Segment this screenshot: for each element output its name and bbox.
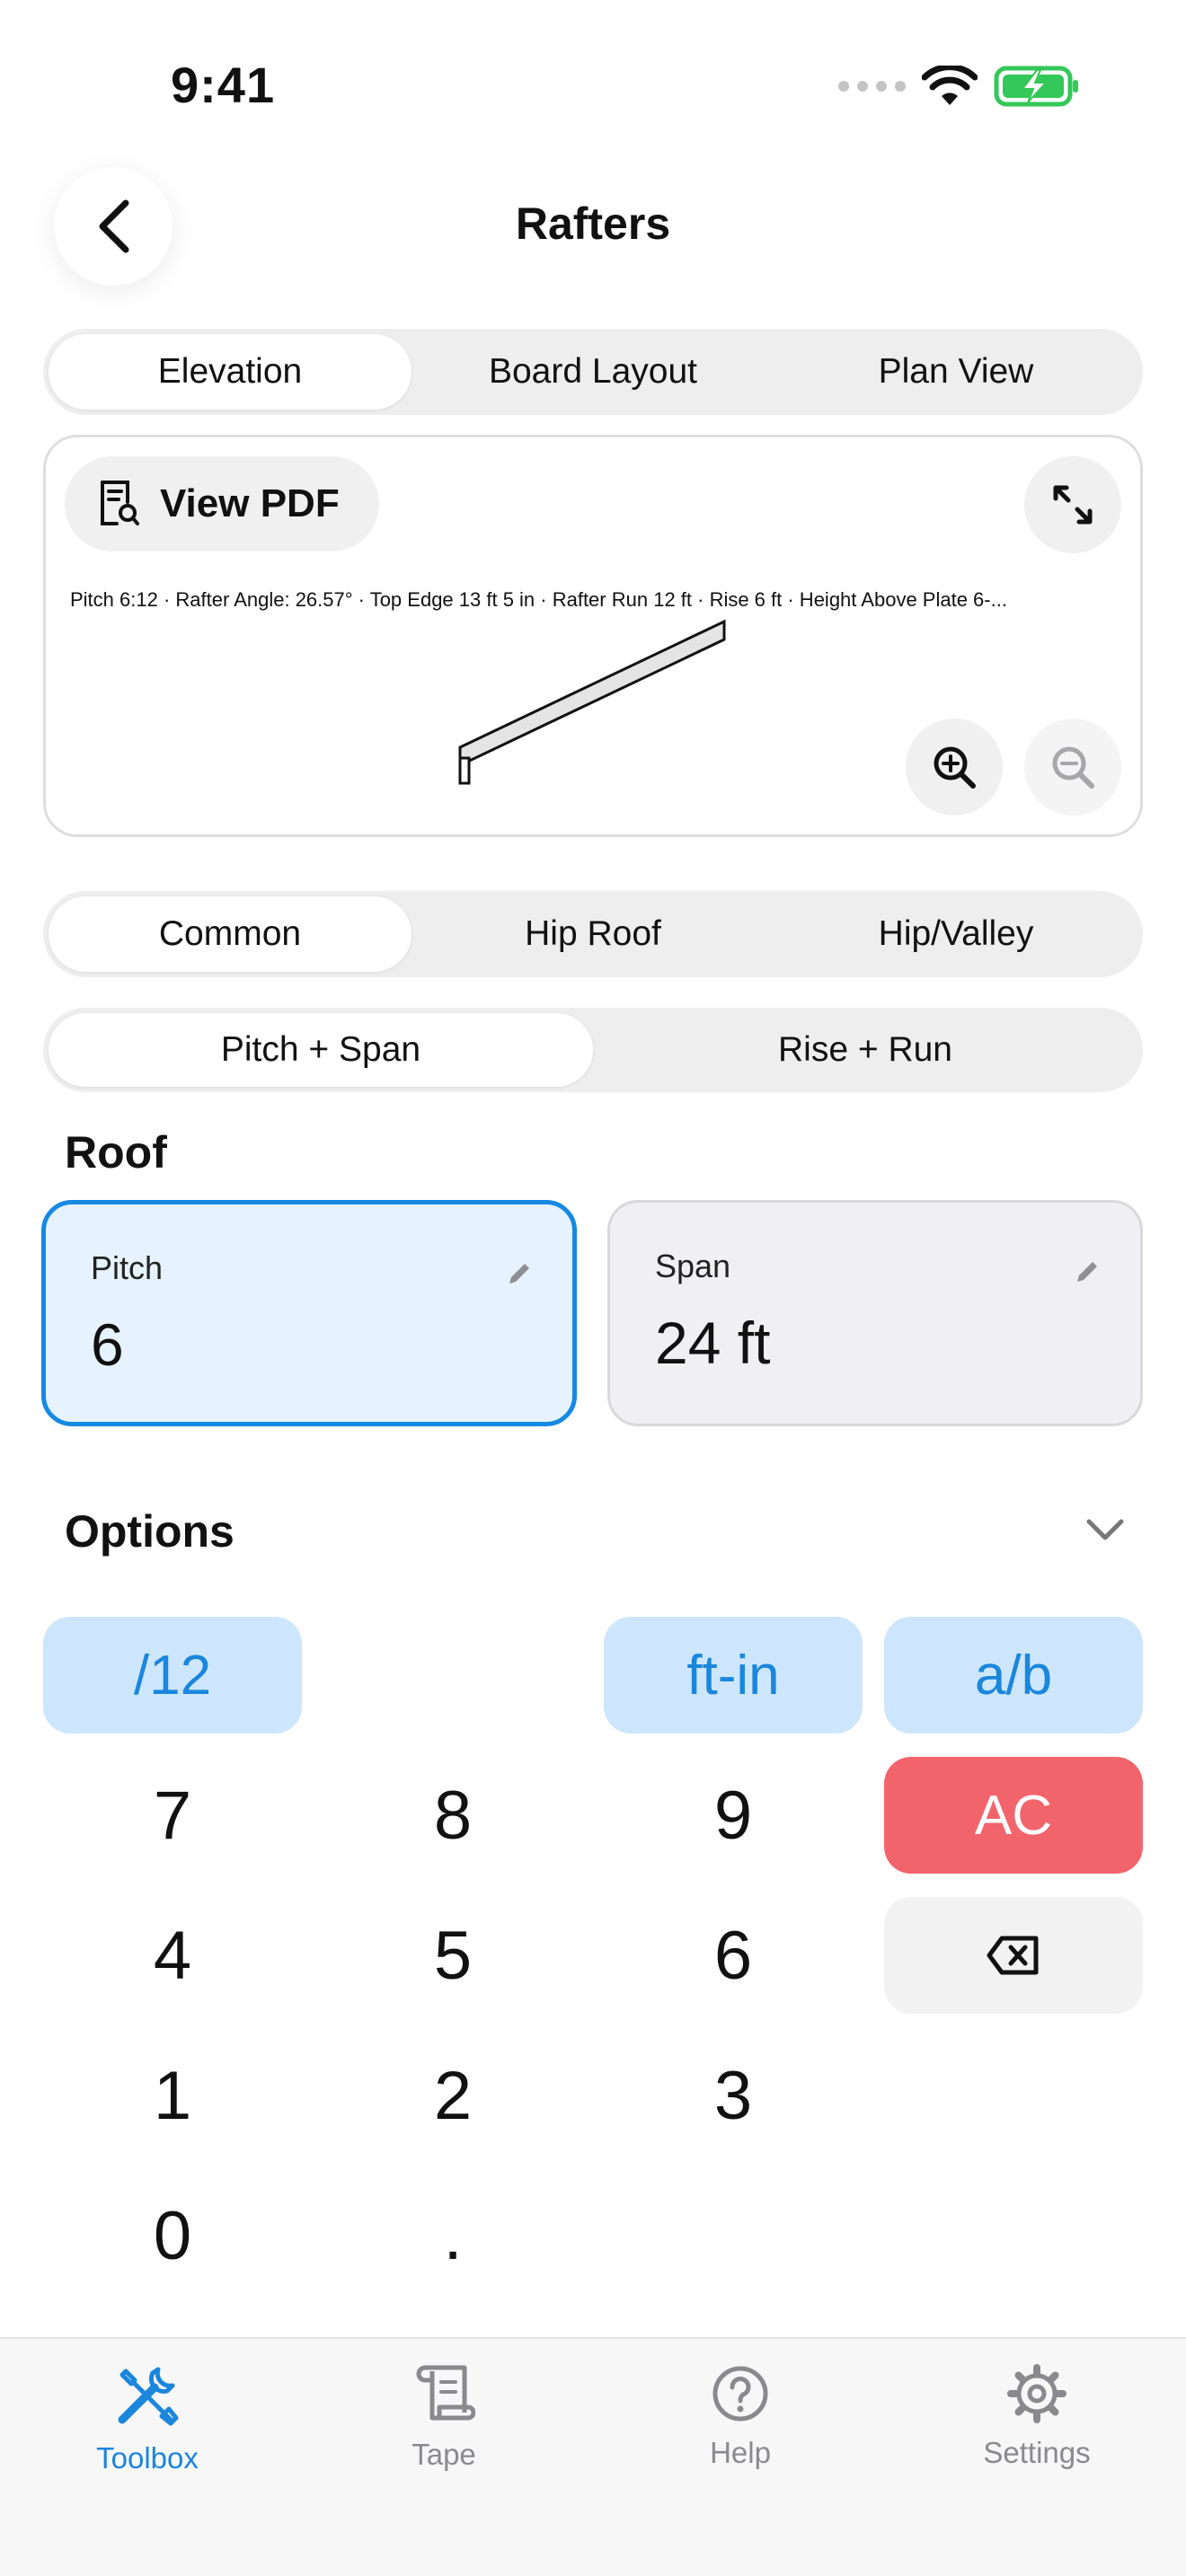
key-1[interactable]: 1 bbox=[43, 2037, 302, 2154]
status-time: 9:41 bbox=[171, 57, 276, 113]
input-mode-segmented-control: Pitch + Span Rise + Run bbox=[43, 1008, 1143, 1092]
all-clear-key[interactable]: AC bbox=[884, 1757, 1143, 1874]
tab-tape[interactable]: Tape bbox=[336, 2362, 552, 2472]
backspace-icon bbox=[987, 1936, 1039, 1975]
toolbox-icon bbox=[118, 2367, 179, 2426]
calculation-summary: Pitch 6:12 · Rafter Angle: 26.57° · Top … bbox=[70, 588, 1007, 611]
expand-button[interactable] bbox=[1024, 456, 1121, 553]
tab-help[interactable]: Help bbox=[633, 2362, 848, 2470]
tab-toolbox-label: Toolbox bbox=[96, 2441, 199, 2475]
view-segmented-control: Elevation Board Layout Plan View bbox=[43, 329, 1143, 415]
battery-charging-icon bbox=[994, 66, 1078, 107]
tab-settings[interactable]: Settings bbox=[929, 2362, 1145, 2470]
tab-rise-run[interactable]: Rise + Run bbox=[593, 1013, 1137, 1087]
pitch-unit-key[interactable]: /12 bbox=[43, 1617, 302, 1734]
tab-pitch-span[interactable]: Pitch + Span bbox=[49, 1013, 593, 1087]
page-title: Rafters bbox=[515, 198, 671, 249]
tab-help-label: Help bbox=[710, 2436, 771, 2469]
pitch-label: Pitch bbox=[91, 1249, 164, 1286]
roof-section-title: Roof bbox=[65, 1127, 167, 1178]
tab-tape-label: Tape bbox=[412, 2438, 476, 2471]
tab-hip-roof[interactable]: Hip Roof bbox=[412, 896, 774, 972]
tab-settings-label: Settings bbox=[983, 2436, 1091, 2469]
span-field[interactable]: Span 24 ft bbox=[607, 1200, 1143, 1426]
options-title: Options bbox=[65, 1506, 235, 1557]
ft-in-key[interactable]: ft-in bbox=[604, 1617, 863, 1734]
tab-elevation[interactable]: Elevation bbox=[49, 334, 412, 410]
gear-icon bbox=[1007, 2364, 1067, 2423]
tab-hip-valley[interactable]: Hip/Valley bbox=[774, 896, 1137, 972]
view-pdf-button[interactable]: View PDF bbox=[65, 456, 379, 551]
view-pdf-label: View PDF bbox=[160, 481, 340, 525]
roof-type-segmented-control: Common Hip Roof Hip/Valley bbox=[43, 891, 1143, 977]
expand-icon bbox=[1053, 485, 1093, 525]
pitch-value: 6 bbox=[91, 1311, 124, 1378]
zoom-in-button[interactable] bbox=[906, 719, 1003, 816]
key-9[interactable]: 9 bbox=[604, 1757, 863, 1874]
key-3[interactable]: 3 bbox=[604, 2037, 863, 2154]
pencil-icon bbox=[509, 1264, 529, 1284]
key-7[interactable]: 7 bbox=[43, 1757, 302, 1874]
wifi-icon bbox=[922, 66, 978, 105]
cellular-signal-icon bbox=[838, 81, 906, 92]
key-6[interactable]: 6 bbox=[604, 1897, 863, 2014]
pitch-field[interactable]: Pitch 6 bbox=[41, 1200, 577, 1426]
zoom-in-icon bbox=[934, 746, 976, 789]
fraction-key[interactable]: a/b bbox=[884, 1617, 1143, 1734]
help-icon bbox=[712, 2366, 768, 2422]
document-search-icon bbox=[101, 481, 139, 525]
pencil-icon bbox=[1077, 1262, 1097, 1282]
key-0[interactable]: 0 bbox=[43, 2177, 302, 2294]
tab-board-layout[interactable]: Board Layout bbox=[412, 334, 774, 410]
zoom-out-button[interactable] bbox=[1024, 719, 1121, 816]
key-2[interactable]: 2 bbox=[323, 2037, 582, 2154]
zoom-out-icon bbox=[1052, 746, 1094, 789]
rafter-elevation-drawing bbox=[458, 619, 726, 785]
decimal-key[interactable]: . bbox=[323, 2177, 582, 2294]
span-value: 24 ft bbox=[655, 1310, 771, 1376]
scroll-icon bbox=[416, 2365, 475, 2421]
key-5[interactable]: 5 bbox=[323, 1897, 582, 2014]
tab-plan-view[interactable]: Plan View bbox=[774, 334, 1137, 410]
key-8[interactable]: 8 bbox=[323, 1757, 582, 1874]
chevron-down-icon[interactable] bbox=[1084, 1516, 1127, 1543]
tab-common[interactable]: Common bbox=[49, 896, 412, 972]
status-icons bbox=[838, 65, 1080, 108]
key-4[interactable]: 4 bbox=[43, 1897, 302, 2014]
tab-toolbox[interactable]: Toolbox bbox=[40, 2362, 255, 2475]
backspace-key[interactable] bbox=[884, 1897, 1143, 2014]
span-label: Span bbox=[655, 1248, 731, 1284]
